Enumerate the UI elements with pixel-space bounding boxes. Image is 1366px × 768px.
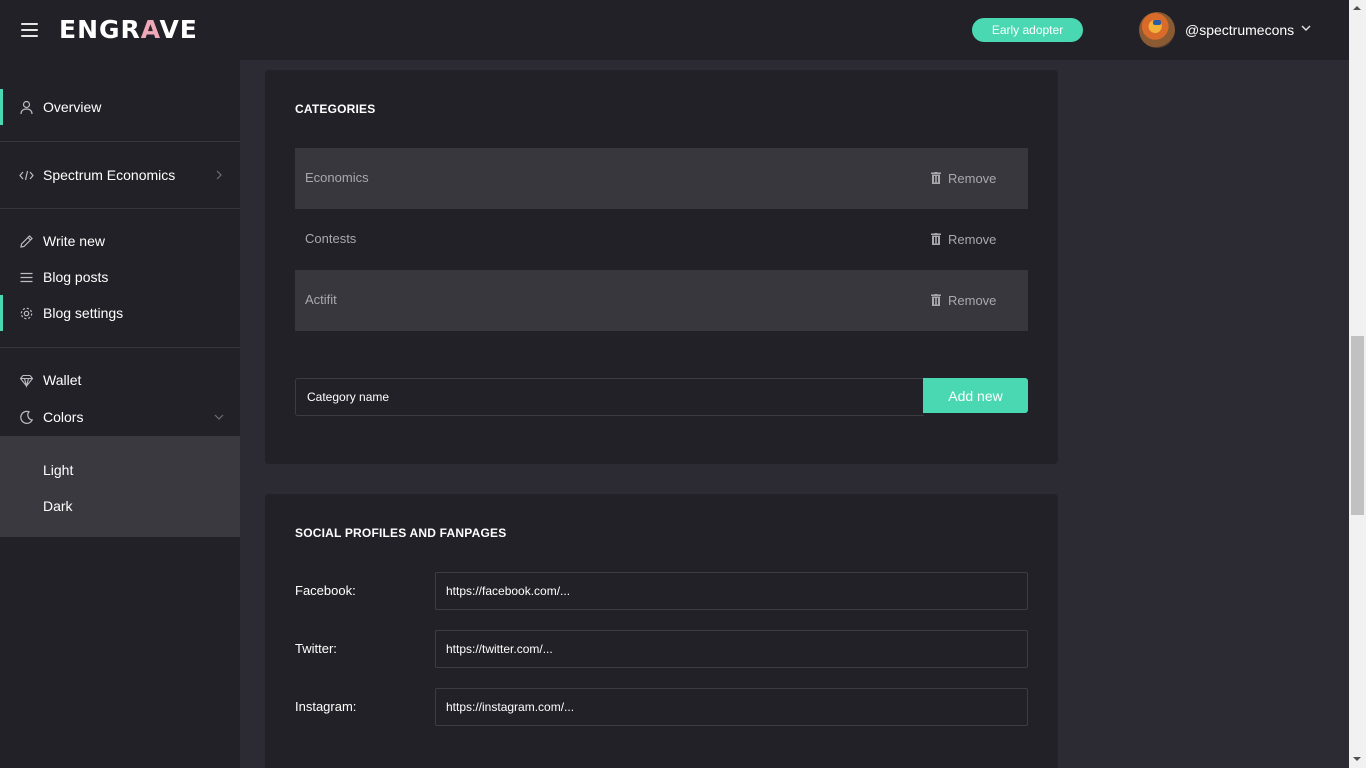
- sidebar-item-label: Overview: [43, 99, 102, 115]
- remove-button[interactable]: Remove: [931, 169, 996, 187]
- sidebar-item-overview[interactable]: Overview: [0, 89, 240, 125]
- submenu-item-light[interactable]: Light: [43, 461, 73, 479]
- section-title: CATEGORIES: [295, 102, 376, 116]
- code-icon: [19, 170, 34, 181]
- remove-button[interactable]: Remove: [931, 291, 996, 309]
- category-row: Economics Remove: [295, 148, 1028, 209]
- category-row: Actifit Remove: [295, 270, 1028, 331]
- instagram-url-input[interactable]: [435, 688, 1028, 726]
- add-new-button[interactable]: Add new: [923, 378, 1028, 413]
- section-title: SOCIAL PROFILES AND FANPAGES: [295, 526, 507, 540]
- submenu-item-dark[interactable]: Dark: [43, 497, 73, 515]
- instagram-label: Instagram:: [295, 699, 357, 714]
- sidebar-item-label: Wallet: [43, 372, 82, 388]
- sidebar-divider: [0, 141, 240, 142]
- social-profiles-card: SOCIAL PROFILES AND FANPAGES Facebook: T…: [265, 494, 1058, 768]
- remove-button[interactable]: Remove: [931, 230, 996, 248]
- sidebar-item-label: Blog settings: [43, 305, 124, 321]
- sidebar-item-write-new[interactable]: Write new: [0, 223, 240, 259]
- sidebar-item-wallet[interactable]: Wallet: [0, 362, 240, 398]
- sidebar-item-blog-settings[interactable]: Blog settings: [0, 295, 240, 331]
- sidebar-divider: [0, 208, 240, 209]
- sidebar-item-label: Spectrum Economics: [43, 167, 176, 183]
- gear-icon: [20, 307, 33, 320]
- categories-card: CATEGORIES Economics Remove Contests Rem…: [265, 70, 1058, 464]
- chevron-down-icon[interactable]: [1300, 22, 1312, 34]
- scroll-up-arrow-icon[interactable]: [1353, 6, 1361, 10]
- chevron-down-icon: [214, 414, 224, 420]
- remove-label: Remove: [948, 231, 997, 247]
- hamburger-menu-icon[interactable]: [21, 23, 38, 37]
- facebook-url-input[interactable]: [435, 572, 1028, 610]
- remove-label: Remove: [948, 292, 997, 308]
- sidebar: Overview Spectrum Economics Write new Bl…: [0, 60, 240, 768]
- trash-icon: [931, 172, 941, 184]
- diamond-icon: [19, 374, 34, 388]
- moon-icon: [20, 410, 34, 424]
- pencil-icon: [20, 235, 33, 248]
- category-name: Actifit: [305, 292, 337, 307]
- remove-label: Remove: [948, 170, 997, 186]
- chevron-right-icon: [216, 170, 222, 180]
- logo-text: ENGR: [59, 15, 141, 44]
- logo-accent-letter: A: [140, 15, 160, 44]
- scrollbar-thumb[interactable]: [1351, 336, 1364, 515]
- scroll-down-arrow-icon[interactable]: [1353, 757, 1361, 761]
- sidebar-item-label: Blog posts: [43, 269, 109, 285]
- trash-icon: [931, 294, 941, 306]
- category-row: Contests Remove: [295, 209, 1028, 270]
- sidebar-item-blog-posts[interactable]: Blog posts: [0, 259, 240, 295]
- category-name: Economics: [305, 170, 369, 185]
- user-icon: [20, 100, 33, 115]
- sidebar-divider: [0, 347, 240, 348]
- twitter-url-input[interactable]: [435, 630, 1028, 668]
- colors-submenu: Light Dark: [0, 436, 240, 537]
- sidebar-item-label: Colors: [43, 409, 84, 425]
- sidebar-item-label: Write new: [43, 233, 105, 249]
- category-name-input[interactable]: [295, 378, 924, 416]
- early-adopter-badge[interactable]: Early adopter: [972, 18, 1083, 42]
- sidebar-item-colors[interactable]: Colors: [0, 399, 240, 435]
- logo[interactable]: ENGRAVE: [59, 16, 198, 44]
- list-icon: [20, 272, 33, 283]
- trash-icon: [931, 233, 941, 245]
- page-scrollbar[interactable]: [1349, 0, 1366, 768]
- avatar[interactable]: [1139, 12, 1175, 48]
- facebook-label: Facebook:: [295, 583, 356, 598]
- twitter-label: Twitter:: [295, 641, 337, 656]
- logo-text-end: VE: [159, 15, 198, 44]
- username[interactable]: @spectrumecons: [1185, 21, 1294, 39]
- sidebar-item-spectrum-economics[interactable]: Spectrum Economics: [0, 157, 240, 193]
- category-name: Contests: [305, 231, 357, 246]
- top-header: ENGRAVE Early adopter @spectrumecons: [0, 0, 1349, 60]
